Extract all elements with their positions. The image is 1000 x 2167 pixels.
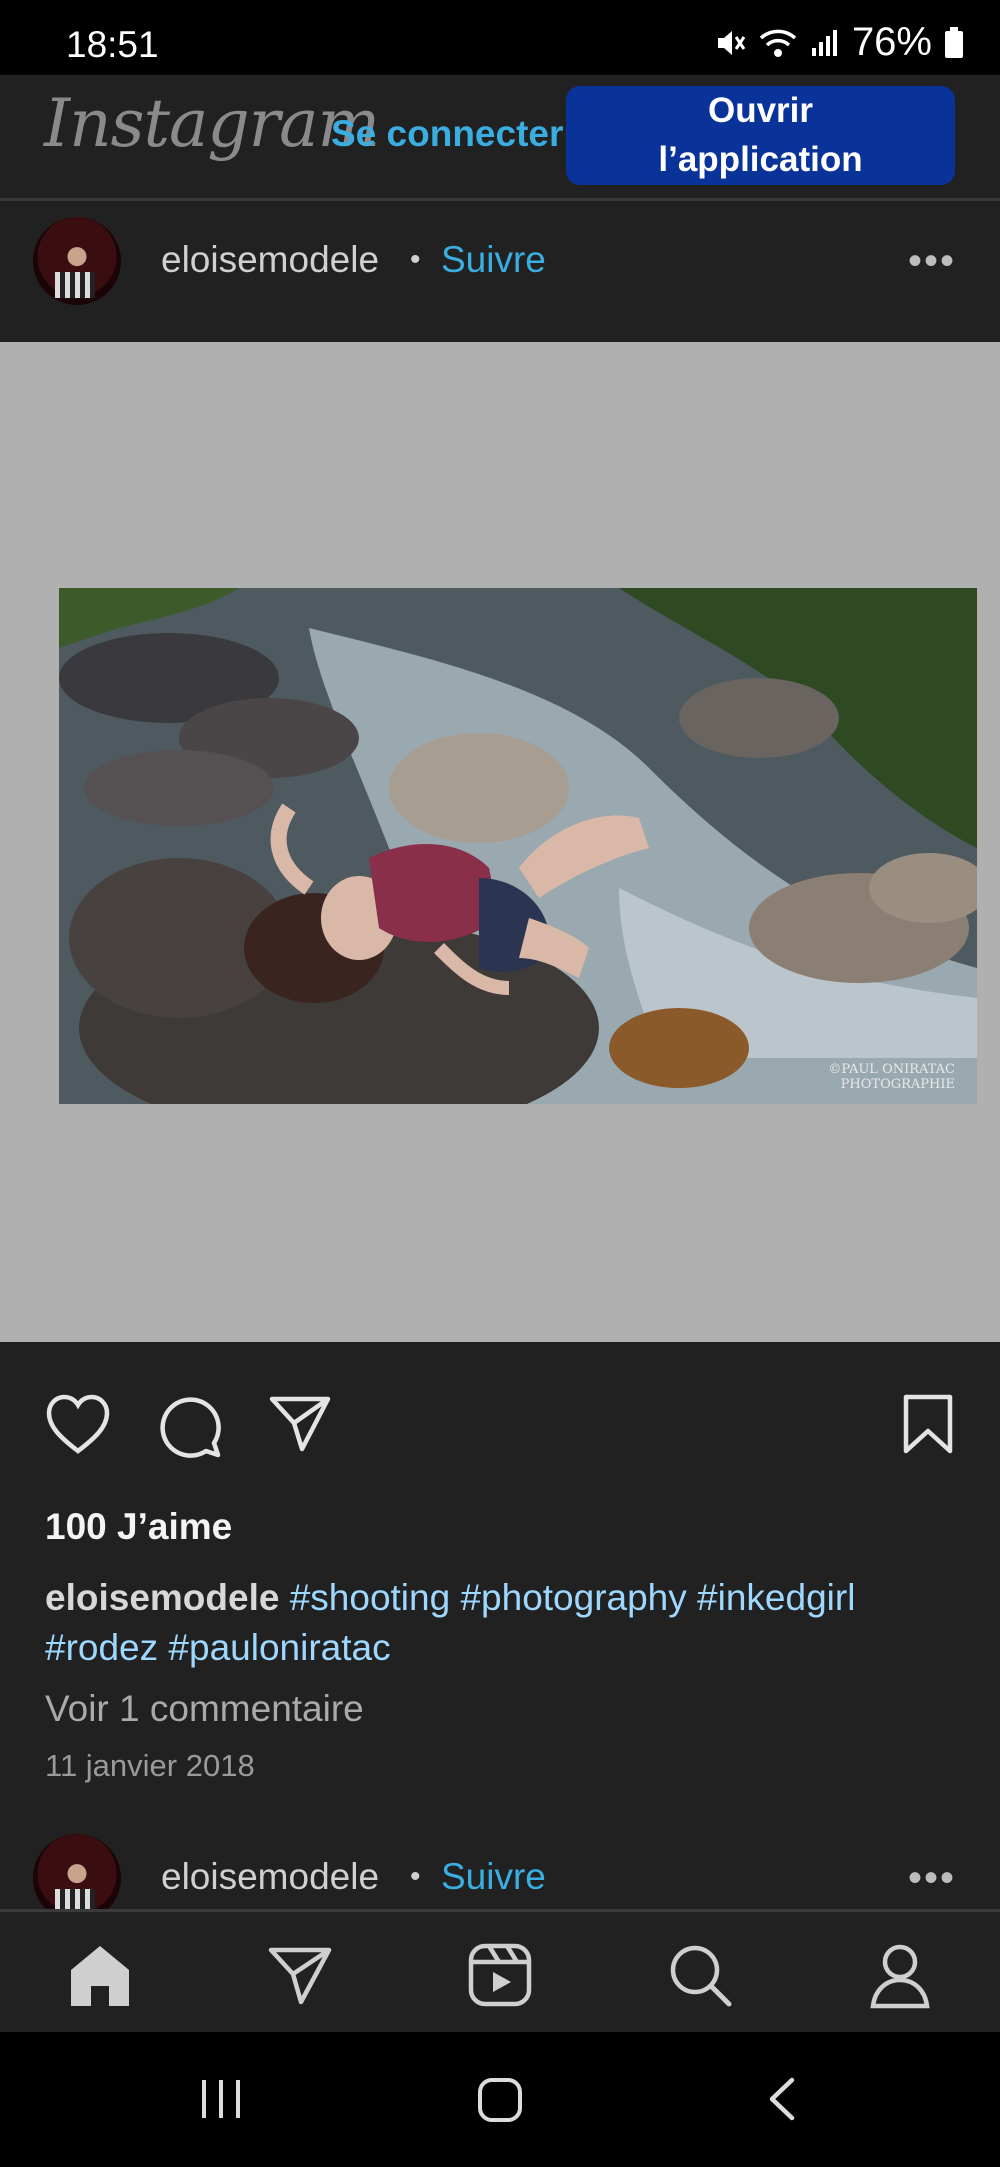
direct-send-icon[interactable] bbox=[265, 1940, 335, 2010]
next-follow-button[interactable]: Suivre bbox=[441, 1856, 546, 1898]
next-more-options-button[interactable]: ••• bbox=[908, 1856, 956, 1901]
battery-percent: 76% bbox=[851, 20, 932, 64]
avatar[interactable] bbox=[33, 1834, 121, 1909]
instagram-logo[interactable]: Instagram bbox=[44, 85, 380, 162]
comment-icon[interactable] bbox=[156, 1393, 222, 1459]
wifi-icon bbox=[759, 29, 797, 57]
save-bookmark-icon[interactable] bbox=[900, 1393, 956, 1455]
share-icon[interactable] bbox=[268, 1393, 332, 1453]
post-username[interactable]: eloisemodele bbox=[161, 239, 379, 281]
top-header: Instagram Se connecter Ouvrir l’applicat… bbox=[0, 75, 1000, 201]
separator-dot: • bbox=[410, 243, 421, 276]
clock: 18:51 bbox=[66, 24, 159, 65]
bottom-navigation bbox=[0, 1909, 1000, 2035]
next-post-username[interactable]: eloisemodele bbox=[161, 1856, 379, 1898]
status-icons: 76% bbox=[712, 20, 964, 65]
post-header: eloisemodele • Suivre ••• bbox=[0, 201, 1000, 319]
system-navigation-bar bbox=[0, 2032, 1000, 2167]
photo-illustration bbox=[59, 588, 977, 1104]
likes-count[interactable]: 100 J’aime bbox=[45, 1506, 232, 1548]
open-app-label-1: Ouvrir bbox=[707, 91, 814, 130]
back-icon[interactable] bbox=[764, 2076, 800, 2122]
recent-apps-icon[interactable] bbox=[198, 2076, 244, 2122]
mute-icon bbox=[717, 30, 746, 55]
login-link[interactable]: Se connecter bbox=[331, 113, 563, 155]
post-media[interactable]: ©PAUL ONIRATAC PHOTOGRAPHIE bbox=[0, 342, 1000, 1342]
post-photo[interactable]: ©PAUL ONIRATAC PHOTOGRAPHIE bbox=[59, 588, 977, 1104]
separator-dot: • bbox=[410, 1860, 421, 1893]
profile-icon[interactable] bbox=[865, 1940, 935, 2010]
signal-icon bbox=[811, 29, 837, 56]
status-bar: 18:51 76% bbox=[0, 0, 1000, 75]
post-date: 11 janvier 2018 bbox=[45, 1748, 255, 1783]
more-options-button[interactable]: ••• bbox=[908, 239, 956, 284]
caption-username[interactable]: eloisemodele bbox=[45, 1577, 279, 1618]
reels-icon[interactable] bbox=[465, 1940, 535, 2010]
photo-watermark: ©PAUL ONIRATAC PHOTOGRAPHIE bbox=[828, 1062, 955, 1092]
next-post-header: eloisemodele • Suivre ••• bbox=[0, 1816, 1000, 1909]
post-caption: eloisemodele #shooting #photography #ink… bbox=[45, 1573, 945, 1673]
follow-button[interactable]: Suivre bbox=[441, 239, 546, 281]
home-button-icon[interactable] bbox=[476, 2076, 524, 2124]
avatar[interactable] bbox=[33, 217, 121, 305]
view-comments-link[interactable]: Voir 1 commentaire bbox=[45, 1688, 364, 1730]
open-app-label-2: l’application bbox=[658, 140, 863, 179]
search-icon[interactable] bbox=[665, 1940, 735, 2010]
battery-icon bbox=[945, 26, 963, 58]
like-icon[interactable] bbox=[45, 1393, 111, 1455]
open-app-button[interactable]: Ouvrir l’application bbox=[566, 86, 955, 185]
home-icon[interactable] bbox=[65, 1940, 135, 2010]
